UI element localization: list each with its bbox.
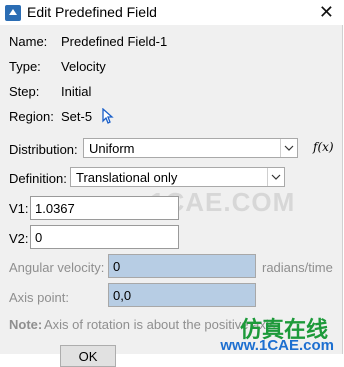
ok-button[interactable]: OK bbox=[60, 345, 116, 367]
type-value: Velocity bbox=[61, 59, 106, 74]
window-title: Edit Predefined Field bbox=[27, 4, 157, 20]
dialog-body: 1CAE.COM Name: Predefined Field-1 Type: … bbox=[0, 25, 343, 367]
chevron-down-icon[interactable] bbox=[280, 139, 297, 157]
distribution-label: Distribution: bbox=[9, 142, 78, 157]
v1-input[interactable]: 1.0367 bbox=[30, 196, 179, 220]
pointer-cursor-icon bbox=[102, 108, 114, 124]
step-value: Initial bbox=[61, 84, 92, 99]
name-label: Name: bbox=[9, 34, 48, 49]
definition-value: Translational only bbox=[76, 170, 178, 185]
angular-velocity-value: 0 bbox=[113, 259, 121, 274]
name-value: Predefined Field-1 bbox=[61, 34, 168, 49]
definition-label: Definition: bbox=[9, 171, 67, 186]
step-label: Step: bbox=[9, 84, 40, 99]
axis-point-value: 0,0 bbox=[113, 288, 132, 303]
v2-value: 0 bbox=[35, 230, 43, 245]
v1-label: V1: bbox=[9, 201, 29, 216]
region-value: Set-5 bbox=[61, 109, 93, 124]
angular-velocity-label: Angular velocity: bbox=[9, 260, 105, 275]
distribution-select[interactable]: Uniform bbox=[83, 138, 298, 158]
distribution-value: Uniform bbox=[89, 141, 135, 156]
note-label: Note: bbox=[9, 317, 43, 332]
angular-velocity-input[interactable]: 0 bbox=[108, 254, 256, 278]
v2-label: V2: bbox=[9, 231, 29, 246]
type-label: Type: bbox=[9, 59, 41, 74]
abaqus-app-icon bbox=[5, 5, 21, 21]
title-bar: Edit Predefined Field ✕ bbox=[0, 0, 344, 25]
axis-point-label: Axis point: bbox=[9, 290, 69, 305]
v1-value: 1.0367 bbox=[35, 201, 75, 216]
v2-input[interactable]: 0 bbox=[30, 225, 179, 249]
fx-button[interactable]: f(x) bbox=[313, 140, 334, 154]
region-label: Region: bbox=[9, 109, 54, 124]
chevron-down-icon[interactable] bbox=[267, 168, 284, 186]
close-button[interactable]: ✕ bbox=[319, 2, 334, 22]
definition-select[interactable]: Translational only bbox=[70, 167, 285, 187]
axis-point-input[interactable]: 0,0 bbox=[108, 283, 256, 307]
angular-units-label: radians/time bbox=[262, 260, 333, 275]
brand-watermark-url: www.1CAE.com bbox=[220, 337, 334, 354]
